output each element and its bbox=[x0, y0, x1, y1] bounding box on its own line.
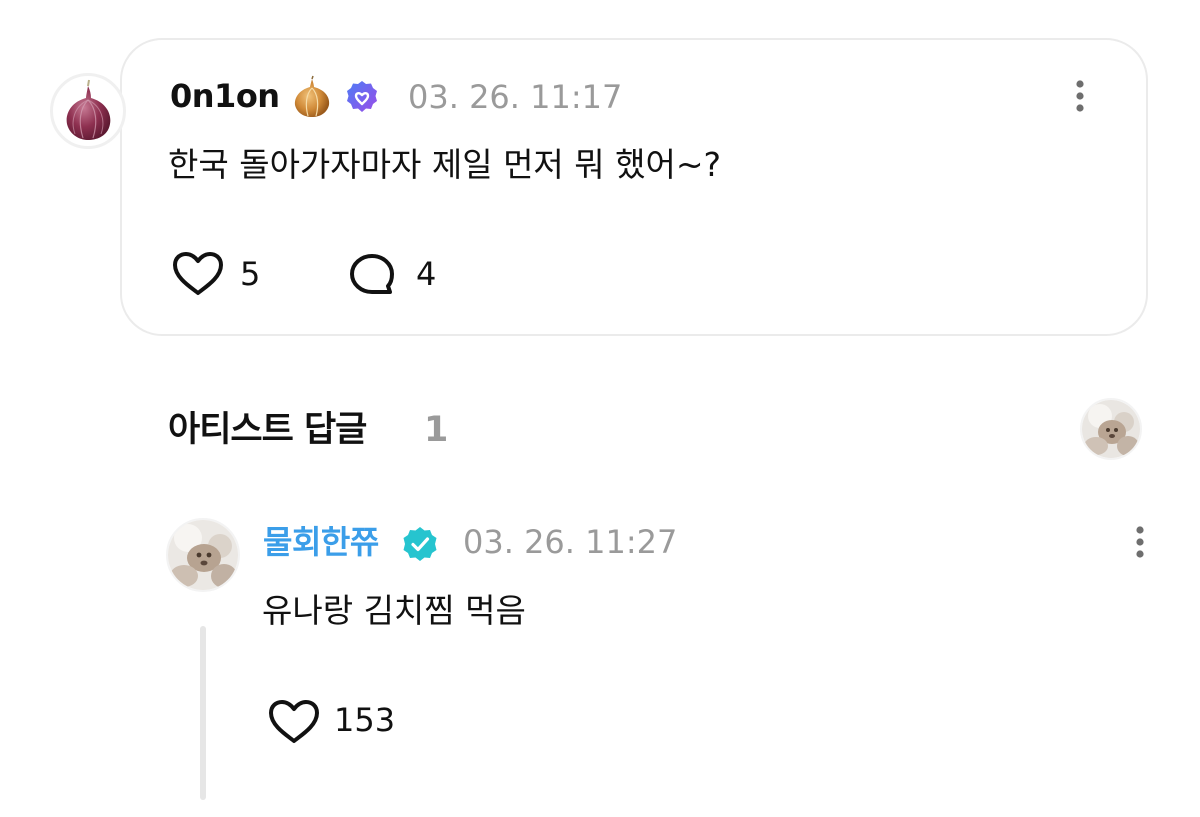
more-options-icon[interactable] bbox=[1122, 522, 1158, 562]
post-comment-count: 4 bbox=[416, 255, 437, 293]
onion-emoji-icon bbox=[294, 75, 330, 117]
post-text: 한국 돌아가자마자 제일 먼저 뭐 했어~? bbox=[168, 145, 722, 184]
post-like-count: 5 bbox=[240, 255, 261, 293]
reply-author-avatar[interactable] bbox=[166, 518, 240, 592]
more-options-icon[interactable] bbox=[1062, 76, 1098, 116]
reply-author-name[interactable]: 물회한쮸 bbox=[263, 520, 379, 564]
artist-reply-count: 1 bbox=[424, 410, 449, 450]
reply-text: 유나랑 김치찜 먹음 bbox=[262, 591, 526, 630]
reply-timestamp: 03. 26. 11:27 bbox=[463, 523, 678, 561]
comment-bubble-icon[interactable] bbox=[348, 252, 396, 298]
thread-line bbox=[200, 626, 206, 800]
artist-photo-icon bbox=[168, 520, 238, 590]
artist-avatar-small[interactable] bbox=[1080, 398, 1142, 460]
post-author-name[interactable]: 0n1on bbox=[170, 74, 280, 118]
post-author-avatar[interactable] bbox=[50, 73, 126, 149]
heart-like-icon[interactable] bbox=[266, 698, 322, 746]
verified-purple-heart-icon bbox=[347, 81, 377, 112]
reply-like-count: 153 bbox=[334, 701, 396, 739]
post-timestamp: 03. 26. 11:17 bbox=[408, 78, 623, 116]
artist-reply-section-title: 아티스트 답글 bbox=[168, 410, 367, 450]
heart-like-icon[interactable] bbox=[170, 250, 226, 298]
verified-teal-check-icon bbox=[403, 527, 437, 561]
artist-photo-icon bbox=[1082, 400, 1140, 458]
onion-avatar-icon bbox=[66, 79, 111, 140]
